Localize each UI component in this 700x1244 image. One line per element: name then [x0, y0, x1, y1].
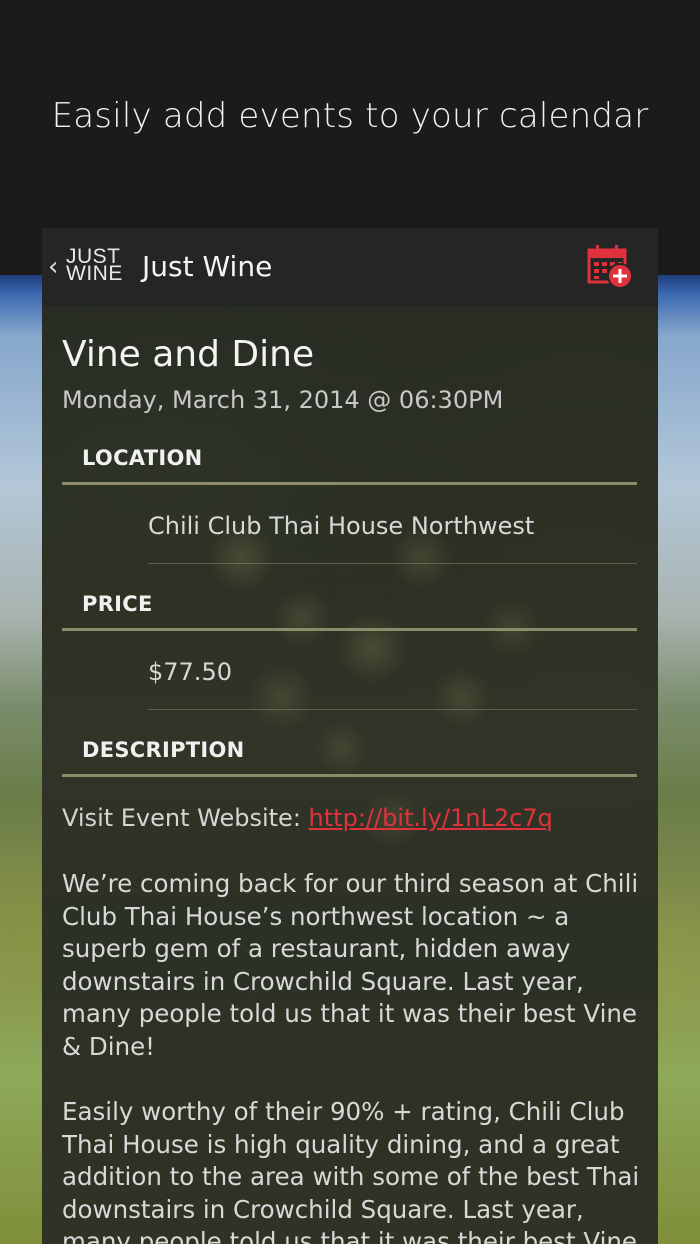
action-bar: ‹ JUST WINE Just Wine: [42, 228, 658, 306]
app-title: Just Wine: [142, 250, 273, 283]
event-website-link[interactable]: http://bit.ly/1nL2c7q: [309, 804, 553, 832]
calendar-add-icon[interactable]: [586, 244, 634, 290]
section-divider: [62, 482, 637, 485]
event-date: Monday, March 31, 2014 @ 06:30PM: [62, 386, 504, 414]
section-divider: [62, 628, 637, 631]
location-value[interactable]: Chili Club Thai House Northwest: [148, 512, 534, 540]
app-screen: ‹ JUST WINE Just Wine Vine and Dine Mond…: [42, 228, 658, 1244]
item-divider: [148, 709, 637, 710]
back-chevron-icon[interactable]: ‹: [48, 252, 58, 282]
event-website-line: Visit Event Website: http://bit.ly/1nL2c…: [62, 804, 553, 832]
location-header: LOCATION: [82, 446, 203, 470]
section-divider: [62, 774, 637, 777]
promo-headline: Easily add events to your calendar: [51, 96, 649, 136]
website-label: Visit Event Website:: [62, 804, 309, 832]
event-detail: Vine and Dine Monday, March 31, 2014 @ 0…: [42, 306, 658, 1244]
price-value: $77.50: [148, 658, 232, 686]
app-logo[interactable]: JUST WINE: [66, 246, 130, 288]
item-divider: [148, 563, 637, 564]
description-paragraph: We’re coming back for our third season a…: [62, 869, 639, 1061]
event-title: Vine and Dine: [62, 334, 315, 375]
description-paragraph: Easily worthy of their 90% + rating, Chi…: [62, 1097, 640, 1244]
description-header: DESCRIPTION: [82, 738, 245, 762]
price-header: PRICE: [82, 592, 153, 616]
